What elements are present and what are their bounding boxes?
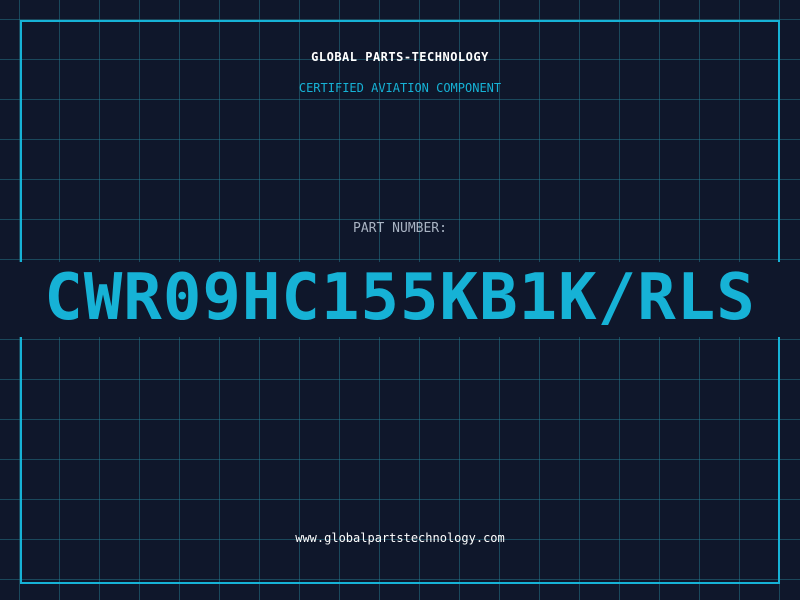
part-card: GLOBAL PARTS-TECHNOLOGY CERTIFIED AVIATI… (0, 0, 800, 600)
part-number-label: PART NUMBER: (353, 221, 447, 236)
part-number-value: CWR09HC155KB1K/RLS (44, 261, 756, 335)
website-url: www.globalpartstechnology.com (295, 531, 505, 545)
company-name: GLOBAL PARTS-TECHNOLOGY (311, 50, 489, 64)
company-tagline: CERTIFIED AVIATION COMPONENT (298, 81, 502, 95)
